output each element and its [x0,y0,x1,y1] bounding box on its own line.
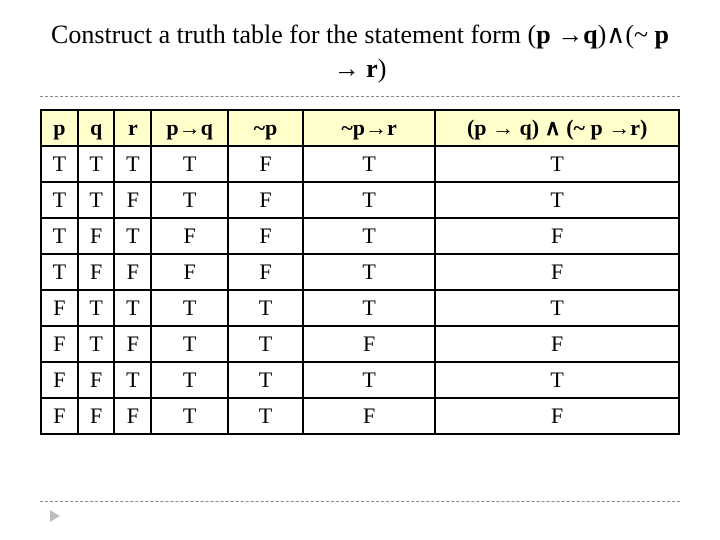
col-header-not-p: ~p [228,110,303,146]
cell-p-imp-q: T [151,290,228,326]
col-header-r: r [114,110,151,146]
cell-notp-imp-r: T [303,146,435,182]
bullet-arrow-icon [50,510,60,522]
cell-conj: T [435,362,679,398]
cell-notp-imp-r: T [303,254,435,290]
col-header-conj: (p → q) ∧ (~ p →r) [435,110,679,146]
col-header-notp-imp-r: ~p→r [303,110,435,146]
cell-q: F [78,254,115,290]
cell-notp-imp-r: F [303,398,435,434]
table-header-row: p q r p→q ~p ~p→r (p → q) ∧ (~ p →r) [41,110,679,146]
col-header-q: q [78,110,115,146]
cell-conj: F [435,254,679,290]
slide: Construct a truth table for the statemen… [0,0,720,435]
cell-r: F [114,326,151,362]
table-body: T T T T F T T T T F T F T T T F T F [41,146,679,434]
title-arrow1: → [551,20,584,49]
cell-r: T [114,290,151,326]
cell-r: F [114,254,151,290]
cell-notp-imp-r: T [303,182,435,218]
cell-not-p: T [228,326,303,362]
cell-p-imp-q: T [151,362,228,398]
cell-conj: T [435,182,679,218]
cell-r: T [114,146,151,182]
cell-p: F [41,290,78,326]
cell-p: T [41,182,78,218]
cell-p-imp-q: T [151,146,228,182]
table-row: T F T F F T F [41,218,679,254]
cell-not-p: F [228,146,303,182]
footer-divider [40,501,680,502]
cell-not-p: F [228,254,303,290]
cell-q: F [78,398,115,434]
cell-r: T [114,362,151,398]
cell-conj: F [435,398,679,434]
cell-q: F [78,362,115,398]
title-close: ) [378,54,387,83]
cell-conj: T [435,146,679,182]
cell-p: T [41,218,78,254]
cell-r: F [114,398,151,434]
table-row: F T T T T T T [41,290,679,326]
cell-notp-imp-r: F [303,326,435,362]
cell-p: F [41,398,78,434]
cell-not-p: T [228,398,303,434]
col-header-p: p [41,110,78,146]
title-p1: p [536,20,550,49]
cell-notp-imp-r: T [303,362,435,398]
page-title: Construct a truth table for the statemen… [40,18,680,86]
cell-p: F [41,362,78,398]
title-r: r [366,54,378,83]
cell-r: T [114,218,151,254]
cell-p: T [41,146,78,182]
cell-q: T [78,182,115,218]
cell-p-imp-q: T [151,398,228,434]
cell-q: T [78,146,115,182]
cell-p-imp-q: F [151,218,228,254]
table-row: T F F F F T F [41,254,679,290]
cell-p-imp-q: F [151,254,228,290]
cell-conj: T [435,290,679,326]
col-header-p-imp-q: p→q [151,110,228,146]
table-row: T T F T F T T [41,182,679,218]
cell-notp-imp-r: T [303,290,435,326]
truth-table: p q r p→q ~p ~p→r (p → q) ∧ (~ p →r) T T… [40,109,680,435]
title-q: q [583,20,597,49]
cell-conj: F [435,326,679,362]
title-and: )∧(~ [598,20,655,49]
table-row: T T T T F T T [41,146,679,182]
cell-q: T [78,326,115,362]
cell-r: F [114,182,151,218]
cell-p-imp-q: T [151,326,228,362]
cell-notp-imp-r: T [303,218,435,254]
title-p2: p [655,20,669,49]
table-row: F T F T T F F [41,326,679,362]
cell-p: T [41,254,78,290]
table-row: F F F T T F F [41,398,679,434]
cell-conj: F [435,218,679,254]
cell-q: F [78,218,115,254]
table-row: F F T T T T T [41,362,679,398]
title-divider [40,96,680,97]
title-text: Construct a truth table for the statemen… [51,20,536,49]
cell-not-p: T [228,290,303,326]
cell-not-p: T [228,362,303,398]
cell-not-p: F [228,218,303,254]
cell-not-p: F [228,182,303,218]
cell-p-imp-q: T [151,182,228,218]
cell-q: T [78,290,115,326]
cell-p: F [41,326,78,362]
title-arrow2: → [334,54,367,83]
